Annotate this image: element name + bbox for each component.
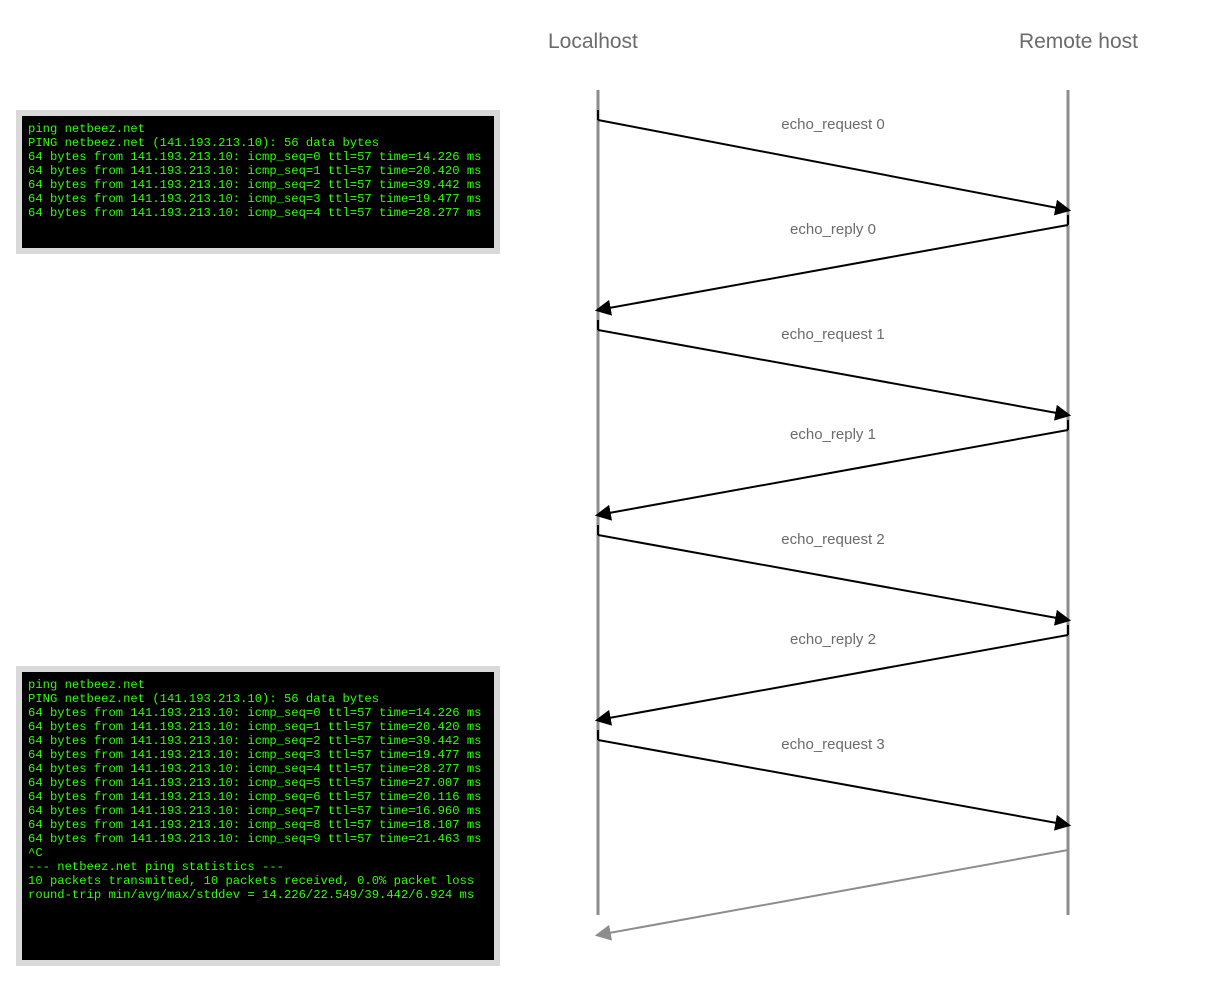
diagram-page: ping netbeez.net PING netbeez.net (141.1… [0,0,1211,988]
host-label-remote: Remote host [1019,30,1138,54]
arrow-reply [598,850,1068,935]
arrow-request [598,120,1068,210]
message-label: echo_request 3 [781,736,884,753]
terminal-output-2: ping netbeez.net PING netbeez.net (141.1… [22,672,494,960]
message-label: echo_reply 0 [790,221,876,238]
message-label: echo_request 0 [781,116,884,133]
terminal-frame-2: ping netbeez.net PING netbeez.net (141.1… [16,666,500,966]
message-label: echo_request 2 [781,531,884,548]
terminal-frame-1: ping netbeez.net PING netbeez.net (141.1… [16,110,500,254]
host-label-local: Localhost [548,30,638,54]
sequence-diagram: Localhost Remote host echo_request 0 echo… [548,30,1178,970]
message-label: echo_request 1 [781,326,884,343]
message-label: echo_reply 1 [790,426,876,443]
terminal-output-1: ping netbeez.net PING netbeez.net (141.1… [22,116,494,248]
message-label: echo_reply 2 [790,631,876,648]
